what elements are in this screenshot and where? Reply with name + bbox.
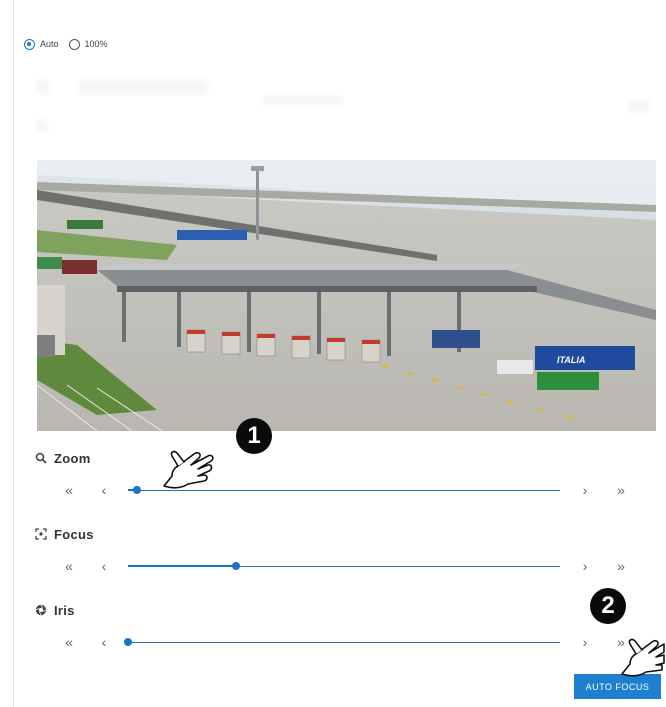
osd-blur: [36, 120, 48, 132]
iris-step-far-left-button[interactable]: «: [60, 634, 78, 650]
zoom-step-far-right-button[interactable]: »: [612, 482, 630, 498]
focus-step-far-right-button[interactable]: »: [612, 558, 630, 574]
zoom-label: Zoom: [54, 450, 91, 466]
osd-blur: [262, 96, 342, 106]
focus-step-far-left-button[interactable]: «: [60, 558, 78, 574]
iris-step-right-button[interactable]: ›: [576, 634, 594, 650]
scale-auto-radio[interactable]: Auto: [24, 38, 59, 50]
magnifier-icon: [35, 452, 47, 464]
aperture-icon: [35, 604, 47, 616]
hand-pointer-icon: [621, 638, 665, 677]
iris-step-left-button[interactable]: ‹: [95, 634, 113, 650]
iris-label: Iris: [54, 602, 75, 618]
panel-left-border: [13, 0, 14, 707]
zoom-slider-thumb[interactable]: [132, 486, 141, 494]
truck-lettering: ITALIA: [557, 355, 585, 365]
step-badge-1: 1: [236, 418, 272, 454]
iris-slider-row: « ‹ › »: [60, 634, 640, 650]
zoom-title: Zoom: [35, 450, 91, 466]
focus-slider-thumb[interactable]: [232, 562, 240, 570]
focus-frame-icon: [35, 528, 47, 540]
osd-blur: [78, 80, 208, 94]
scale-100-radio[interactable]: 100%: [68, 38, 108, 50]
zoom-slider-track[interactable]: [128, 490, 560, 491]
step-badge-2: 2: [590, 588, 626, 624]
focus-label: Focus: [54, 526, 94, 542]
zoom-slider-row: « ‹ › »: [60, 482, 640, 498]
focus-title: Focus: [35, 526, 94, 542]
scale-100-label: 100%: [84, 39, 108, 49]
focus-step-left-button[interactable]: ‹: [95, 558, 113, 574]
radio-dot: [24, 38, 35, 50]
focus-slider-row: « ‹ › »: [60, 558, 640, 574]
camera-live-view[interactable]: ITALIA: [37, 160, 656, 431]
osd-blur: [628, 100, 650, 112]
view-scale-options: Auto 100%: [24, 36, 118, 52]
radio-dot: [68, 38, 80, 50]
iris-slider-thumb[interactable]: [124, 638, 132, 646]
iris-slider-track[interactable]: [128, 642, 560, 643]
camera-scene: ITALIA: [37, 160, 656, 431]
osd-blur: [36, 80, 50, 94]
zoom-step-right-button[interactable]: ›: [576, 482, 594, 498]
focus-slider-fill: [128, 565, 236, 567]
iris-title: Iris: [35, 602, 75, 618]
zoom-step-far-left-button[interactable]: «: [60, 482, 78, 498]
focus-step-right-button[interactable]: ›: [576, 558, 594, 574]
zoom-step-left-button[interactable]: ‹: [95, 482, 113, 498]
scale-auto-label: Auto: [40, 39, 59, 49]
hand-pointer-icon: [163, 450, 214, 489]
